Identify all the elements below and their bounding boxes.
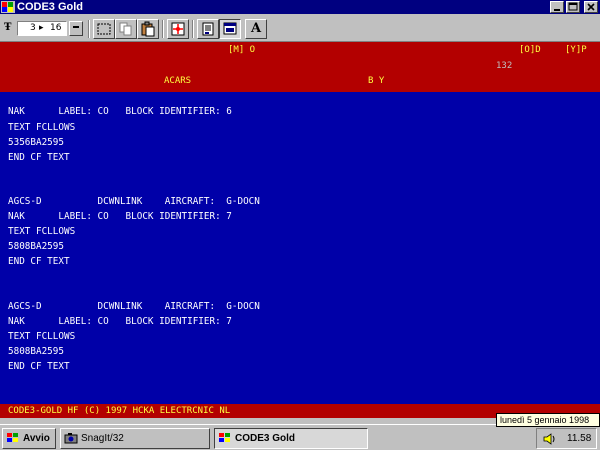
minimize-button[interactable]: [550, 1, 564, 13]
font-size-selector[interactable]: 3 ▸ 16: [17, 21, 67, 36]
mode-o-indicator: [O]D: [519, 45, 541, 55]
message-line: 5808BA2595: [8, 346, 64, 357]
taskbar-item-snagit[interactable]: SnagIt/32: [60, 428, 210, 449]
channel-header: [M] O [O]D [Y]P 132 ACARS B Y: [0, 42, 600, 92]
code3-app-icon: [219, 433, 230, 442]
app-icon[interactable]: [1, 1, 15, 13]
message-line: AGCS-D DCWNLINK AIRCRAFT: G-DOCN: [8, 196, 260, 207]
select-button[interactable]: [93, 19, 115, 39]
date-tooltip: lunedì 5 gennaio 1998: [496, 413, 600, 427]
close-button[interactable]: [584, 1, 598, 13]
font-size-dropdown-button[interactable]: [69, 21, 83, 36]
taskbar: Avvio SnagIt/32 CODE3 Gold 11.58: [0, 424, 600, 450]
message-line: NAK LABEL: CO BLOCK IDENTIFIER: 6: [8, 106, 232, 117]
font-size-separator: ▸: [39, 23, 44, 33]
toolbar: Ŧ 3 ▸ 16 A: [0, 14, 600, 42]
windows-logo-icon: [7, 433, 18, 442]
start-label: Avvio: [23, 433, 50, 444]
speaker-icon[interactable]: [542, 432, 558, 446]
message-line: TEXT FCLLOWS: [8, 226, 76, 237]
channel-by: B Y: [368, 76, 385, 86]
taskbar-item-code3[interactable]: CODE3 Gold: [214, 428, 368, 449]
copy-button[interactable]: [115, 19, 137, 39]
message-line: 5356BA2595: [8, 137, 64, 148]
toolbar-separator: [162, 20, 164, 38]
window-icon: [223, 22, 237, 35]
copy-icon: [119, 22, 132, 36]
font-icon: Ŧ: [4, 22, 12, 33]
system-tray: 11.58: [536, 428, 597, 449]
mode-m-indicator: [M] O: [228, 45, 256, 55]
copyright-text: CODE3-GOLD HF (C) 1997 HCKA ELECTRCNIC N…: [8, 406, 231, 416]
message-line: NAK LABEL: CO BLOCK IDENTIFIER: 7: [8, 211, 232, 222]
camera-icon: [64, 433, 78, 444]
maximize-button[interactable]: [566, 1, 580, 13]
message-line: TEXT FCLLOWS: [8, 122, 76, 133]
window-button[interactable]: [219, 19, 241, 39]
toolbar-separator: [192, 20, 194, 38]
start-button[interactable]: Avvio: [2, 428, 56, 449]
maximize-icon: [568, 2, 578, 11]
message-line: 5808BA2595: [8, 241, 64, 252]
toolbar-separator: [88, 20, 90, 38]
target-icon: [171, 22, 185, 36]
title-bar[interactable]: CODE3 Gold: [0, 0, 600, 14]
message-line: END CF TEXT: [8, 152, 70, 163]
decoded-output[interactable]: NAK LABEL: CO BLOCK IDENTIFIER: 6 TEXT F…: [0, 92, 600, 404]
message-line: END CF TEXT: [8, 361, 70, 372]
tune-button[interactable]: [167, 19, 189, 39]
dropdown-arrow-icon: [73, 26, 79, 28]
mode-y-indicator: [Y]P: [565, 45, 587, 55]
document-icon: [202, 22, 214, 36]
clock[interactable]: 11.58: [567, 429, 591, 448]
minimize-icon: [554, 9, 560, 11]
message-count: 132: [496, 61, 513, 71]
selection-icon: [97, 23, 111, 35]
message-line: NAK LABEL: CO BLOCK IDENTIFIER: 7: [8, 316, 232, 327]
paste-button[interactable]: [137, 19, 159, 39]
paste-icon: [141, 21, 155, 37]
channel-name: ACARS: [164, 76, 192, 86]
font-button[interactable]: A: [245, 19, 267, 39]
message-line: END CF TEXT: [8, 256, 70, 267]
message-line: TEXT FCLLOWS: [8, 331, 76, 342]
font-size-max: 16: [50, 23, 62, 33]
close-icon: [587, 3, 595, 11]
window-title: CODE3 Gold: [17, 1, 84, 13]
taskbar-item-label: SnagIt/32: [81, 433, 124, 444]
settings-button[interactable]: [197, 19, 219, 39]
message-line: AGCS-D DCWNLINK AIRCRAFT: G-DOCN: [8, 301, 260, 312]
font-size-min: 3: [30, 23, 36, 33]
taskbar-item-label: CODE3 Gold: [235, 433, 296, 444]
